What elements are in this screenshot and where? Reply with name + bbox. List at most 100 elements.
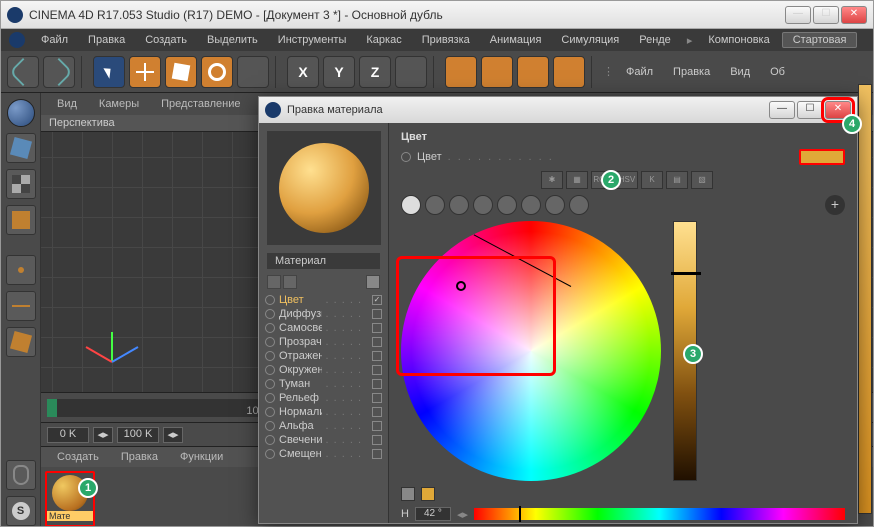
- maximize-button[interactable]: ☐: [813, 6, 839, 24]
- pick-material-button[interactable]: [366, 275, 380, 289]
- texture-mode[interactable]: [6, 169, 36, 199]
- edge-mode[interactable]: [6, 291, 36, 321]
- colormode-picture[interactable]: ▧: [691, 171, 713, 189]
- colormode-swatches[interactable]: ▤: [666, 171, 688, 189]
- axis-y-toggle[interactable]: Y: [323, 56, 355, 88]
- menu-create[interactable]: Создать: [137, 31, 195, 49]
- color-history-4[interactable]: [497, 195, 517, 215]
- value-slider[interactable]: [673, 221, 697, 481]
- channel-нормали[interactable]: Нормали . . . . .: [263, 405, 384, 419]
- color-enable-radio[interactable]: [401, 152, 411, 162]
- material-name-field[interactable]: Материал: [267, 253, 380, 269]
- channel-checkbox[interactable]: [372, 309, 382, 319]
- hue-slider[interactable]: [474, 508, 845, 520]
- color-history-1[interactable]: [425, 195, 445, 215]
- channel-checkbox[interactable]: ✓: [372, 295, 382, 305]
- channel-radio[interactable]: [265, 435, 275, 445]
- color-history-5[interactable]: [521, 195, 541, 215]
- channel-radio[interactable]: [265, 295, 275, 305]
- channel-radio[interactable]: [265, 323, 275, 333]
- channel-checkbox[interactable]: [372, 379, 382, 389]
- channel-checkbox[interactable]: [372, 421, 382, 431]
- sub-menu-view[interactable]: Вид: [722, 63, 758, 81]
- mat-tab-create[interactable]: Создать: [47, 449, 109, 465]
- color-history-3[interactable]: [473, 195, 493, 215]
- channel-checkbox[interactable]: [372, 407, 382, 417]
- channel-radio[interactable]: [265, 337, 275, 347]
- channel-radio[interactable]: [265, 309, 275, 319]
- channel-отражение[interactable]: Отражение . . . . .: [263, 349, 384, 363]
- channel-туман[interactable]: Туман . . . . .: [263, 377, 384, 391]
- sub-menu-obj[interactable]: Об: [762, 63, 793, 81]
- channel-radio[interactable]: [265, 379, 275, 389]
- color-history-6[interactable]: [545, 195, 565, 215]
- color-wheel[interactable]: [401, 221, 661, 481]
- channel-checkbox[interactable]: [372, 449, 382, 459]
- picture-viewer-button[interactable]: [553, 56, 585, 88]
- channel-checkbox[interactable]: [372, 337, 382, 347]
- colormode-spectrum[interactable]: ▦: [566, 171, 588, 189]
- vp-tab-cameras[interactable]: Камеры: [89, 96, 149, 112]
- mat-tab-functions[interactable]: Функции: [170, 449, 233, 465]
- sub-menu-file[interactable]: Файл: [618, 63, 661, 81]
- next-material-button[interactable]: [283, 275, 297, 289]
- modal-close-button[interactable]: ✕: [825, 101, 851, 119]
- menu-tools[interactable]: Инструменты: [270, 31, 355, 49]
- globe-icon[interactable]: [7, 99, 35, 127]
- render-region-button[interactable]: [481, 56, 513, 88]
- undo-button[interactable]: [7, 56, 39, 88]
- add-swatch-button[interactable]: +: [825, 195, 845, 215]
- channel-свечение[interactable]: Свечение . . . . .: [263, 433, 384, 447]
- select-tool[interactable]: [93, 56, 125, 88]
- color-swatch[interactable]: [799, 149, 845, 165]
- sub-menu-edit[interactable]: Правка: [665, 63, 718, 81]
- modal-maximize-button[interactable]: ☐: [797, 101, 823, 119]
- layout-selector[interactable]: Стартовая: [782, 32, 858, 48]
- point-mode[interactable]: [6, 255, 36, 285]
- channel-прозрачность[interactable]: Прозрачность . . . . .: [263, 335, 384, 349]
- modal-titlebar[interactable]: Правка материала — ☐ ✕: [259, 97, 857, 123]
- menu-edit[interactable]: Правка: [80, 31, 133, 49]
- channel-radio[interactable]: [265, 449, 275, 459]
- channel-checkbox[interactable]: [372, 323, 382, 333]
- snap-mode[interactable]: S: [6, 496, 36, 526]
- channel-смещение[interactable]: Смещение . . . . .: [263, 447, 384, 461]
- axis-x-toggle[interactable]: X: [287, 56, 319, 88]
- vp-tab-view[interactable]: Вид: [47, 96, 87, 112]
- channel-radio[interactable]: [265, 421, 275, 431]
- menu-file[interactable]: Файл: [33, 31, 76, 49]
- workplane-mode[interactable]: [6, 205, 36, 235]
- close-button[interactable]: ✕: [841, 6, 867, 24]
- channel-checkbox[interactable]: [372, 351, 382, 361]
- colormode-wheel[interactable]: ✱: [541, 171, 563, 189]
- last-tool[interactable]: [237, 56, 269, 88]
- channel-radio[interactable]: [265, 351, 275, 361]
- coord-system[interactable]: [395, 56, 427, 88]
- colormode-rgb[interactable]: RGB: [591, 171, 613, 189]
- hue-value-field[interactable]: 42 °: [415, 507, 451, 521]
- menu-animate[interactable]: Анимация: [482, 31, 550, 49]
- axis-z-toggle[interactable]: Z: [359, 56, 391, 88]
- channel-checkbox[interactable]: [372, 393, 382, 403]
- channel-рельеф[interactable]: Рельеф . . . . .: [263, 391, 384, 405]
- mat-tab-edit[interactable]: Правка: [111, 449, 168, 465]
- colormode-k[interactable]: K: [641, 171, 663, 189]
- channel-самосвечение[interactable]: Самосвечение . . . . .: [263, 321, 384, 335]
- scale-tool[interactable]: [165, 56, 197, 88]
- frame-start-field[interactable]: 0 K: [47, 427, 89, 443]
- channel-цвет[interactable]: Цвет . . . . .✓: [263, 293, 384, 307]
- menu-compose[interactable]: Компоновка: [700, 31, 777, 49]
- channel-radio[interactable]: [265, 407, 275, 417]
- right-dock-strip[interactable]: [858, 84, 872, 514]
- channel-окружение[interactable]: Окружение . . . . .: [263, 363, 384, 377]
- value-slider-handle[interactable]: [671, 272, 701, 275]
- rotate-tool[interactable]: [201, 56, 233, 88]
- polygon-mode[interactable]: [6, 327, 36, 357]
- model-mode[interactable]: [6, 133, 36, 163]
- redo-button[interactable]: [43, 56, 75, 88]
- material-thumb[interactable]: Мате: [45, 471, 95, 526]
- frame-end-field[interactable]: 100 K: [117, 427, 159, 443]
- channel-альфа[interactable]: Альфа . . . . .: [263, 419, 384, 433]
- frame-step-prev[interactable]: ◂▸: [93, 427, 113, 443]
- tweak-mode[interactable]: [6, 460, 36, 490]
